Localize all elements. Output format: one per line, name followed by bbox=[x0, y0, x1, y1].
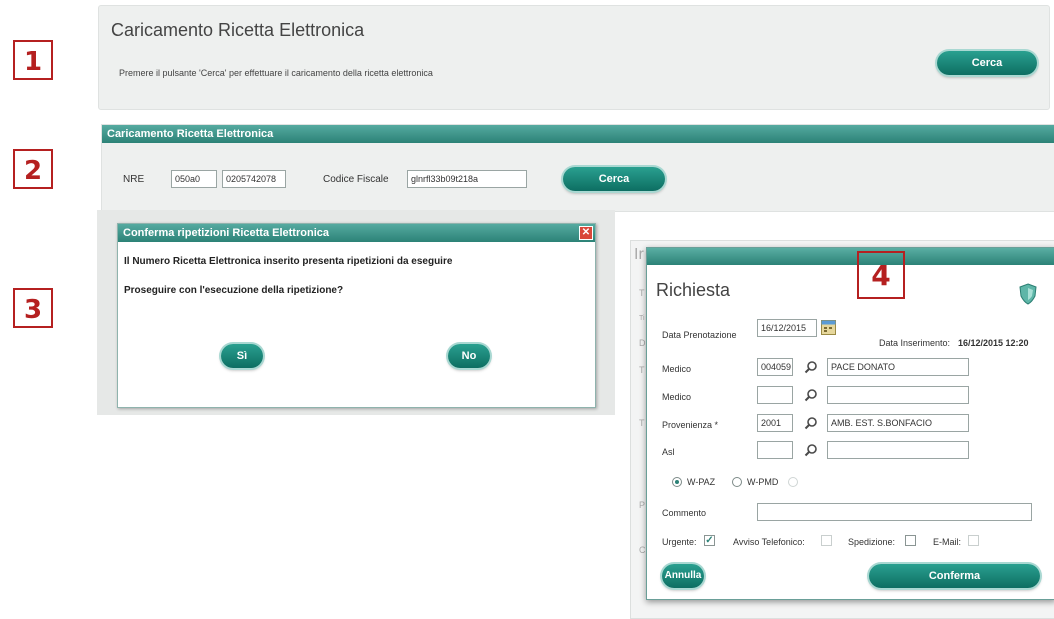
search-icon[interactable] bbox=[804, 388, 818, 402]
spedizione-label: Spedizione: bbox=[848, 537, 896, 547]
radio-wpmd-label: W-PMD bbox=[747, 477, 779, 487]
medico1-name-input[interactable]: PACE DONATO bbox=[827, 358, 969, 376]
medico1-label: Medico bbox=[662, 364, 692, 374]
step-1-marker: 1 bbox=[13, 40, 53, 80]
step-3-marker: 3 bbox=[13, 288, 53, 328]
dialog-title: Conferma ripetizioni Ricetta Elettronica bbox=[123, 227, 329, 239]
dialog-no-button[interactable]: No bbox=[448, 344, 490, 368]
panel1-description: Premere il pulsante 'Cerca' per effettua… bbox=[119, 68, 433, 78]
step-4-marker: 4 bbox=[857, 251, 905, 299]
provenienza-label: Provenienza * bbox=[662, 420, 719, 430]
nre-label: NRE bbox=[123, 174, 145, 185]
radio-wpaz[interactable] bbox=[672, 477, 682, 487]
urgente-checkbox[interactable]: ✓ bbox=[704, 535, 715, 546]
background-letter-d: D bbox=[639, 338, 646, 348]
medico1-code-input[interactable]: 004059 bbox=[757, 358, 793, 376]
background-letter-ti: Ti bbox=[639, 315, 645, 322]
data-prenotazione-input[interactable]: 16/12/2015 bbox=[757, 319, 817, 337]
asl-label: Asl bbox=[662, 447, 675, 457]
radio-third[interactable] bbox=[788, 477, 798, 487]
search-icon[interactable] bbox=[804, 360, 818, 374]
codice-fiscale-input[interactable]: glnrfl33b09t218a bbox=[407, 170, 527, 188]
background-letter-t2: T bbox=[639, 365, 645, 375]
background-letter-c: C bbox=[639, 545, 646, 555]
background-letter-t3: T bbox=[639, 418, 645, 428]
richiesta-title: Richiesta bbox=[656, 280, 731, 300]
background-letter-ir: Ir bbox=[634, 246, 644, 263]
data-prenotazione-label: Data Prenotazione bbox=[662, 330, 737, 340]
nre-part2-input[interactable]: 0205742078 bbox=[222, 170, 286, 188]
commento-label: Commento bbox=[662, 508, 707, 518]
conferma-button[interactable]: Conferma bbox=[869, 564, 1040, 588]
richiesta-titlebar bbox=[647, 248, 1054, 265]
email-label: E-Mail: bbox=[933, 537, 962, 547]
calendar-icon[interactable] bbox=[821, 320, 836, 335]
data-inserimento-label: Data Inserimento: bbox=[879, 338, 951, 348]
provenienza-code-input[interactable]: 2001 bbox=[757, 414, 793, 432]
panel-caricamento-1: Caricamento Ricetta Elettronica Premere … bbox=[98, 5, 1050, 110]
asl-name-input[interactable] bbox=[827, 441, 969, 459]
medico2-name-input[interactable] bbox=[827, 386, 969, 404]
panel1-cerca-button[interactable]: Cerca bbox=[937, 51, 1037, 75]
background-letter-p: P bbox=[639, 500, 646, 510]
avviso-telefonico-label: Avviso Telefonico: bbox=[733, 537, 805, 547]
asl-code-input[interactable] bbox=[757, 441, 793, 459]
spedizione-checkbox[interactable] bbox=[905, 535, 916, 546]
dialog-message-1: Il Numero Ricetta Elettronica inserito p… bbox=[124, 256, 453, 267]
background-letter-t1: T bbox=[639, 288, 645, 298]
search-icon[interactable] bbox=[804, 443, 818, 457]
step-2-marker: 2 bbox=[13, 149, 53, 189]
dialog-titlebar: Conferma ripetizioni Ricetta Elettronica… bbox=[118, 224, 595, 242]
annulla-button[interactable]: Annulla bbox=[662, 564, 704, 588]
avviso-telefonico-checkbox[interactable] bbox=[821, 535, 832, 546]
medico2-code-input[interactable] bbox=[757, 386, 793, 404]
codice-fiscale-label: Codice Fiscale bbox=[323, 174, 389, 185]
dialog-yes-button[interactable]: Sì bbox=[221, 344, 263, 368]
radio-wpaz-label: W-PAZ bbox=[687, 477, 716, 487]
shield-icon bbox=[1019, 283, 1037, 305]
conferma-dialog: Conferma ripetizioni Ricetta Elettronica… bbox=[117, 223, 596, 408]
medico2-label: Medico bbox=[662, 392, 692, 402]
urgente-label: Urgente: bbox=[662, 537, 697, 547]
panel2-cerca-button[interactable]: Cerca bbox=[563, 167, 665, 191]
provenienza-name-input[interactable]: AMB. EST. S.BONFACIO bbox=[827, 414, 969, 432]
search-icon[interactable] bbox=[804, 416, 818, 430]
dialog-message-2: Proseguire con l'esecuzione della ripeti… bbox=[124, 285, 344, 296]
commento-input[interactable] bbox=[757, 503, 1032, 521]
panel1-title: Caricamento Ricetta Elettronica bbox=[111, 20, 365, 40]
email-checkbox[interactable] bbox=[968, 535, 979, 546]
radio-wpmd[interactable] bbox=[732, 477, 742, 487]
panel2-header: Caricamento Ricetta Elettronica bbox=[102, 125, 1054, 143]
data-inserimento-value: 16/12/2015 12:20 bbox=[958, 338, 1029, 348]
nre-part1-input[interactable]: 050a0 bbox=[171, 170, 217, 188]
close-icon[interactable]: ✕ bbox=[579, 226, 593, 240]
